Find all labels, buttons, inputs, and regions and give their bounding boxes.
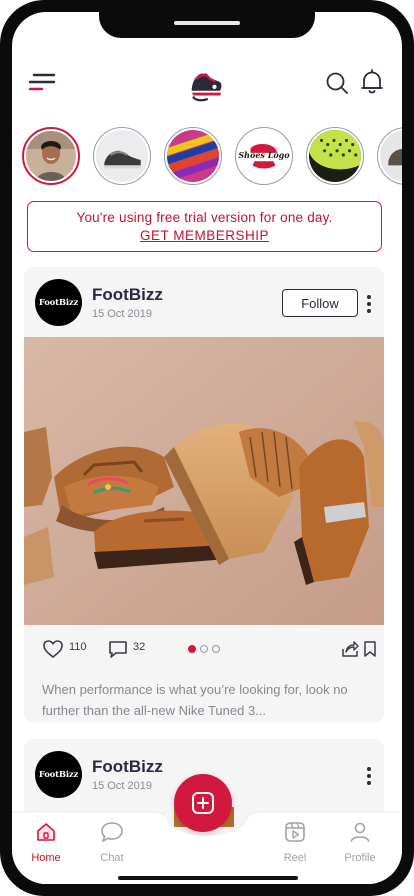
home-icon [37,823,55,841]
likes-count: 110 [69,641,87,653]
device-frame: Shoes Logo You're using free trial versi… [0,0,414,896]
post-image-shoes[interactable] [24,337,384,625]
nav-home-label: Home [31,852,61,864]
post-date: 15 Oct 2019 [92,780,152,792]
nav-home[interactable]: Home [16,820,76,864]
carousel-dot-active[interactable] [188,645,196,653]
bottom-navigation: Home Chat Reel Profile [12,774,402,884]
notification-bell-icon[interactable] [360,69,384,95]
carousel-dot[interactable] [212,645,220,653]
author-name[interactable]: FootBizz [92,285,163,305]
stories-row: Shoes Logo [12,125,402,187]
nav-chat-label: Chat [100,852,124,864]
sneaker-icon [380,130,402,182]
post-card: FootBizz FootBizz 15 Oct 2019 Follow 110… [24,267,384,723]
bookmark-icon[interactable] [363,639,377,659]
carousel-dot[interactable] [200,645,208,653]
get-membership-link[interactable]: GET MEMBERSHIP [140,228,269,243]
more-options-icon[interactable] [364,765,374,787]
story-shoes-logo[interactable]: Shoes Logo [235,127,293,185]
shoes-logo-text: Shoes Logo [238,150,290,160]
author-avatar[interactable]: FootBizz [35,751,82,798]
like-heart-icon[interactable] [42,639,64,659]
post-actions-bar: 110 32 [24,635,384,665]
home-indicator[interactable] [118,876,298,880]
device-notch [99,12,315,38]
post-date: 15 Oct 2019 [92,308,152,320]
nav-reel-label: Reel [283,852,307,864]
brand-logo-icon [191,73,222,102]
user-photo-icon [26,131,76,181]
follow-button[interactable]: Follow [282,289,358,317]
share-icon[interactable] [341,639,359,659]
profile-icon [350,822,370,842]
trial-message: You're using free trial version for one … [76,210,333,225]
add-post-icon [192,792,214,814]
nav-chat[interactable]: Chat [82,820,142,864]
carousel-indicator [188,645,228,655]
sneaker-icon [96,130,148,182]
story-user-avatar[interactable] [22,127,80,185]
story-mesh[interactable] [306,127,364,185]
nav-reel[interactable]: Reel [265,820,325,864]
comments-count: 32 [133,641,146,653]
post-caption: When performance is what you’re looking … [42,682,348,718]
nav-profile-label: Profile [344,852,376,864]
chat-icon [101,822,123,842]
app-screen: Shoes Logo You're using free trial versi… [12,12,402,884]
story-shoe[interactable] [93,127,151,185]
author-name[interactable]: FootBizz [92,757,163,777]
mesh-texture-icon [309,130,361,182]
fabric-swatches-icon [167,130,219,182]
search-icon[interactable] [325,71,349,95]
story-shoe-partial[interactable] [377,127,402,185]
create-post-button[interactable] [174,774,232,832]
reel-icon [285,822,305,842]
more-options-icon[interactable] [364,293,374,315]
comment-icon[interactable] [107,639,129,659]
author-avatar[interactable]: FootBizz [35,279,82,326]
nav-profile[interactable]: Profile [330,820,390,864]
app-header [12,62,402,107]
menu-icon[interactable] [28,72,56,94]
trial-banner: You're using free trial version for one … [27,201,382,252]
speaker-grille [174,21,240,25]
story-fabric[interactable] [164,127,222,185]
